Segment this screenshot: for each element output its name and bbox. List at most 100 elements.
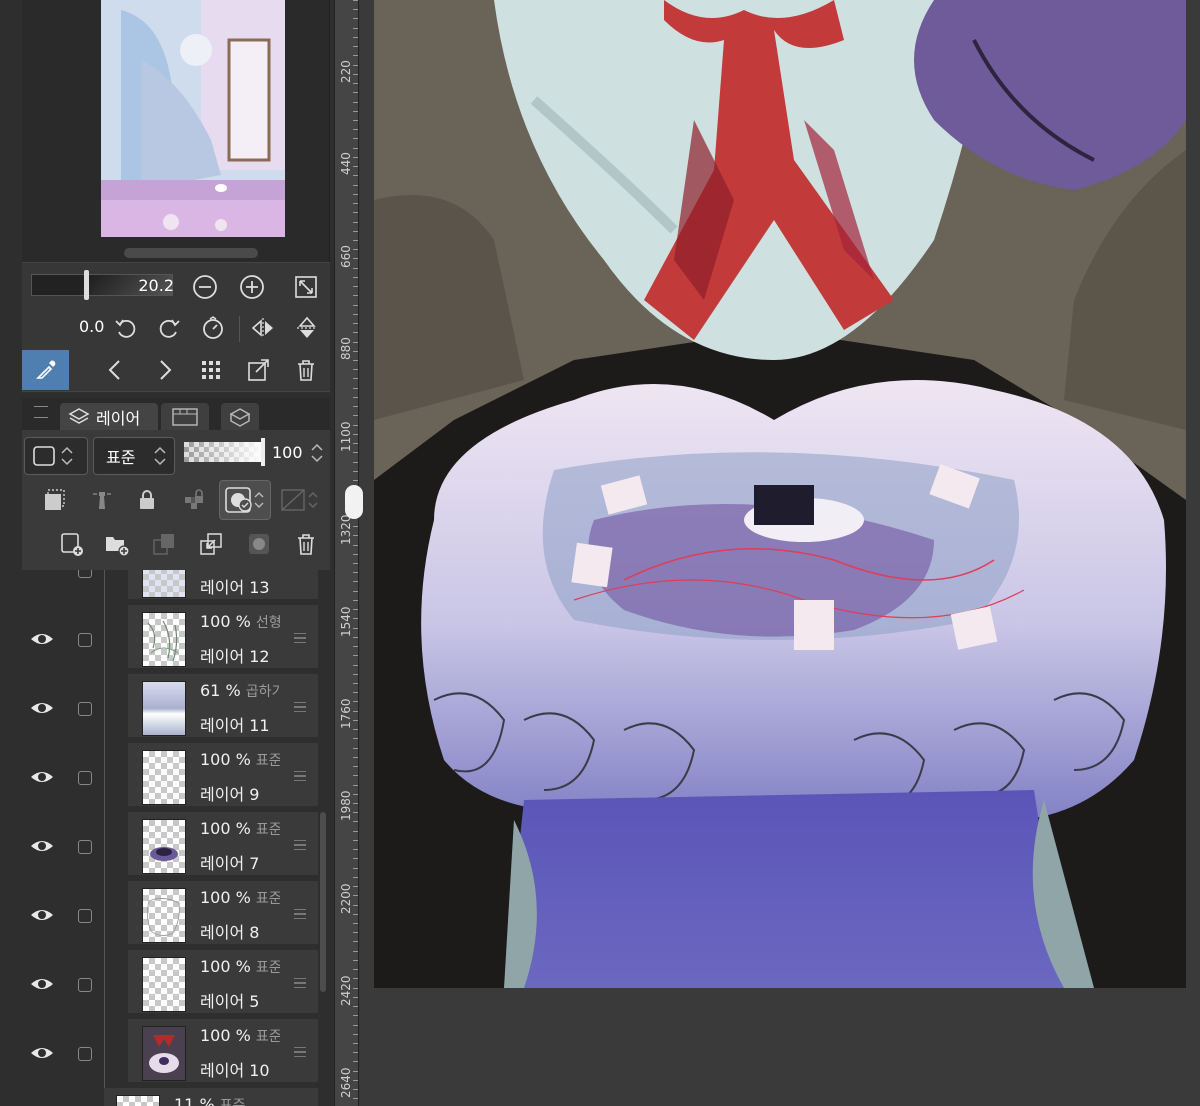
lock-transparent-button[interactable] xyxy=(178,484,210,516)
trash-icon xyxy=(298,360,314,381)
layer-row[interactable]: 100 % 표준 레이어 5 xyxy=(22,950,320,1019)
flip-horizontal-button[interactable] xyxy=(247,312,279,344)
layer-thumbnail xyxy=(142,681,186,736)
eye-icon[interactable] xyxy=(30,905,54,925)
layer-opacity: 61 % xyxy=(200,681,241,700)
navigator-thumbnail[interactable] xyxy=(101,0,285,237)
tab-animation[interactable] xyxy=(161,403,209,431)
copy-layer-icon xyxy=(153,534,174,555)
layer-cell[interactable]: 100 % 선형 레이어 12 xyxy=(128,605,318,671)
layer-drag-handle-icon[interactable] xyxy=(294,702,306,712)
opacity-slider-handle[interactable] xyxy=(261,438,265,466)
blend-mode-select[interactable]: 표준 xyxy=(93,437,175,475)
export-button[interactable] xyxy=(243,354,275,386)
layer-row[interactable]: 61 % 곱하기 레이어 11 xyxy=(22,674,320,743)
layer-select-checkbox[interactable] xyxy=(78,840,92,854)
layer-drag-handle-icon[interactable] xyxy=(294,978,306,988)
layer-info: 100 % 선형 xyxy=(200,612,280,632)
eye-icon[interactable] xyxy=(30,836,54,856)
copy-to-below-button[interactable] xyxy=(148,528,180,560)
layer-select-checkbox[interactable] xyxy=(78,771,92,785)
new-folder-button[interactable] xyxy=(101,528,133,560)
layer-drag-handle-icon[interactable] xyxy=(294,1047,306,1057)
tab-3d[interactable] xyxy=(221,403,259,431)
layer-row[interactable]: 레이어 13 xyxy=(22,570,320,605)
mask-enable-button[interactable] xyxy=(219,480,271,520)
layer-cell[interactable]: 61 % 곱하기 레이어 11 xyxy=(128,674,318,740)
navigator-horizontal-scrollbar[interactable] xyxy=(124,248,258,258)
create-mask-button[interactable] xyxy=(243,528,275,560)
opacity-stepper-icon[interactable] xyxy=(309,440,325,466)
panel-resize-handle[interactable] xyxy=(345,485,363,519)
fit-to-window-button[interactable] xyxy=(290,271,322,303)
ruler-label: 2420 xyxy=(339,975,353,1006)
layer-cell[interactable]: 100 % 표준 레이어 5 xyxy=(128,950,318,1016)
rotate-left-button[interactable] xyxy=(110,312,142,344)
layer-name: 레이어 7 xyxy=(200,854,260,873)
layer-info: 61 % 곱하기 xyxy=(200,681,280,701)
zoom-out-button[interactable] xyxy=(189,271,221,303)
merge-down-button[interactable] xyxy=(195,528,227,560)
export-icon xyxy=(248,359,269,381)
layer-cell[interactable]: 100 % 표준 레이어 8 xyxy=(128,881,318,947)
tab-layer[interactable]: 레이어 xyxy=(60,403,158,431)
layer-drag-handle-icon[interactable] xyxy=(294,771,306,781)
layer-cell[interactable]: 100 % 표준 레이어 9 xyxy=(128,743,318,809)
layer-select-checkbox[interactable] xyxy=(78,633,92,647)
zoom-slider-handle[interactable] xyxy=(84,270,89,300)
panel-menu-icon[interactable] xyxy=(34,406,48,418)
layer-drag-handle-icon[interactable] xyxy=(294,633,306,643)
flip-vertical-button[interactable] xyxy=(291,312,323,344)
layer-opacity: 100 % xyxy=(200,888,251,907)
layer-drag-handle-icon[interactable] xyxy=(294,909,306,919)
previous-button[interactable] xyxy=(100,354,132,386)
lock-layer-button[interactable] xyxy=(131,484,163,516)
zoom-in-button[interactable] xyxy=(236,271,268,303)
layer-row[interactable]: 100 % 표준 레이어 7 xyxy=(22,812,320,881)
layer-select-checkbox[interactable] xyxy=(78,702,92,716)
canvas-workspace[interactable] xyxy=(345,0,1200,1106)
layer-color-select[interactable] xyxy=(24,437,88,475)
layer-name: 레이어 12 xyxy=(200,647,270,666)
grid-view-button[interactable] xyxy=(195,354,227,386)
layer-cell[interactable]: 100 % 표준 레이어 7 xyxy=(128,812,318,878)
mask-disable-button[interactable] xyxy=(278,484,326,516)
ruler-label: 220 xyxy=(339,60,353,83)
eye-icon[interactable] xyxy=(30,974,54,994)
layer-name: 레이어 11 xyxy=(200,716,270,735)
reference-layer-button[interactable] xyxy=(86,484,118,516)
layer-select-checkbox[interactable] xyxy=(78,909,92,923)
opacity-slider[interactable] xyxy=(184,442,264,462)
layer-select-checkbox[interactable] xyxy=(78,1047,92,1061)
layer-select-checkbox[interactable] xyxy=(78,978,92,992)
clip-to-below-button[interactable] xyxy=(39,484,71,516)
layer-opacity: 100 % xyxy=(200,1026,251,1045)
chevron-left-icon xyxy=(108,360,120,380)
canvas-artwork xyxy=(374,0,1186,988)
eye-icon[interactable] xyxy=(30,629,54,649)
reset-rotation-button[interactable] xyxy=(197,312,229,344)
eye-icon[interactable] xyxy=(30,767,54,787)
eye-icon[interactable] xyxy=(30,698,54,718)
layer-row[interactable]: 100 % 표준 레이어 8 xyxy=(22,881,320,950)
layer-select-checkbox[interactable] xyxy=(78,570,92,578)
delete-layer-button[interactable] xyxy=(290,528,322,560)
layer-cell[interactable]: 레이어 13 xyxy=(128,570,318,602)
delete-button[interactable] xyxy=(290,354,322,386)
layer-cell[interactable]: 100 % 표준 레이어 10 xyxy=(128,1019,318,1085)
minus-circle-icon xyxy=(193,275,217,299)
layer-row[interactable]: 100 % 표준 레이어 9 xyxy=(22,743,320,812)
layer-row[interactable]: 11 % 표준 xyxy=(22,1088,320,1106)
layer-row[interactable]: 100 % 선형 레이어 12 xyxy=(22,605,320,674)
new-layer-button[interactable] xyxy=(56,528,88,560)
eyedropper-button[interactable] xyxy=(22,350,69,390)
next-button[interactable] xyxy=(148,354,180,386)
eye-icon[interactable] xyxy=(30,1043,54,1063)
drawing-canvas[interactable] xyxy=(374,0,1186,988)
layer-list-scrollbar[interactable] xyxy=(320,812,326,992)
layer-drag-handle-icon[interactable] xyxy=(294,840,306,850)
layer-row[interactable]: 100 % 표준 레이어 10 xyxy=(22,1019,320,1088)
rotate-right-button[interactable] xyxy=(153,312,185,344)
layer-cell[interactable]: 11 % 표준 xyxy=(104,1088,318,1106)
ruler-label: 1540 xyxy=(339,606,353,637)
